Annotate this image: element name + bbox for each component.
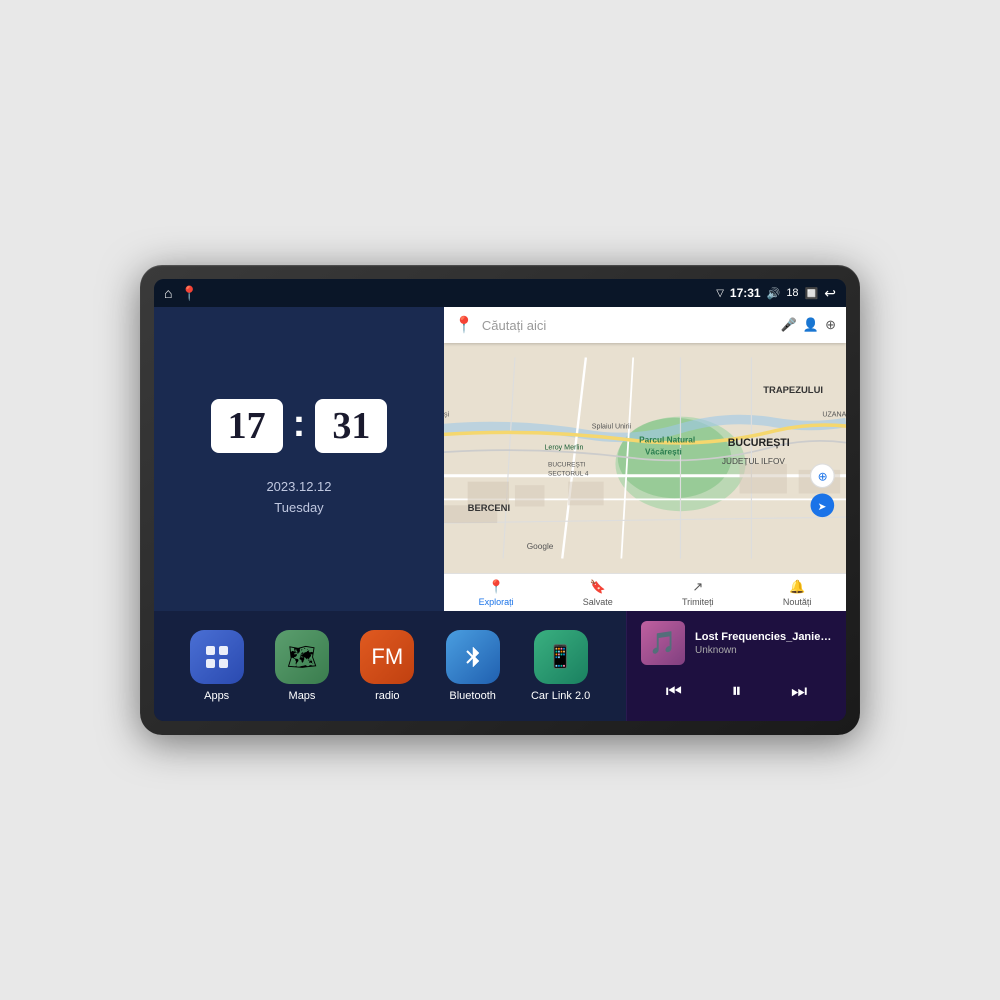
- apps-label: Apps: [204, 690, 229, 702]
- screen: ⌂ 📍 ▽ 17:31 🔊 18 🔲 ↩ 17 : 31: [154, 279, 846, 721]
- status-time: 17:31: [730, 286, 761, 300]
- apps-section: Apps 🗺 Maps FM radio: [154, 611, 626, 721]
- carlink-label: Car Link 2.0: [531, 690, 590, 702]
- svg-text:UZANA: UZANA: [822, 411, 846, 419]
- saved-label: Salvate: [583, 597, 613, 607]
- bottom-section: Apps 🗺 Maps FM radio: [154, 611, 846, 721]
- svg-text:BUCUREȘTI: BUCUREȘTI: [548, 461, 586, 468]
- explore-icon: 📍: [488, 579, 504, 595]
- account-icon[interactable]: 👤: [803, 317, 819, 333]
- bluetooth-label: Bluetooth: [449, 690, 495, 702]
- news-icon: 🔔: [789, 579, 805, 595]
- album-art: 🎵: [641, 621, 685, 665]
- layers-icon[interactable]: ⊕: [825, 317, 836, 333]
- map-nav-explore[interactable]: 📍 Explorați: [479, 579, 514, 607]
- map-search-bar[interactable]: 📍 Căutați aici 🎤 👤 ⊕: [444, 307, 846, 343]
- clock-hours: 17: [211, 399, 283, 453]
- svg-text:➤: ➤: [818, 501, 827, 513]
- status-bar: ⌂ 📍 ▽ 17:31 🔊 18 🔲 ↩: [154, 279, 846, 307]
- map-nav-send[interactable]: ↗ Trimiteți: [682, 579, 714, 607]
- maps-shortcut-icon[interactable]: 📍: [180, 285, 197, 302]
- google-maps-icon: 📍: [454, 315, 474, 335]
- app-item-maps[interactable]: 🗺 Maps: [275, 630, 329, 702]
- music-title: Lost Frequencies_Janieck Devy-...: [695, 631, 832, 643]
- svg-text:Parcul Natural: Parcul Natural: [639, 436, 695, 445]
- date-value: 2023.12.12: [266, 477, 331, 498]
- svg-text:Splaiul Unirii: Splaiul Unirii: [592, 422, 632, 430]
- battery-level: 18: [786, 287, 798, 299]
- svg-text:BUCUREȘTI: BUCUREȘTI: [728, 437, 790, 449]
- map-bottom-bar: 📍 Explorați 🔖 Salvate ↗ Trimiteți 🔔 Nout…: [444, 573, 846, 611]
- music-controls: ⏮ ⏸ ⏭: [641, 672, 832, 711]
- svg-text:SECTORUL 4: SECTORUL 4: [548, 471, 589, 478]
- map-nav-saved[interactable]: 🔖 Salvate: [583, 579, 613, 607]
- signal-icon: ▽: [716, 288, 724, 299]
- map-body: TRAPEZULUI BUCUREȘTI JUDEȚUL ILFOV BERCE…: [444, 343, 846, 573]
- svg-text:⊕: ⊕: [818, 469, 828, 483]
- main-area: 17 : 31 2023.12.12 Tuesday 📍 Căutați aic…: [154, 307, 846, 611]
- maps-icon: 🗺: [275, 630, 329, 684]
- explore-label: Explorați: [479, 597, 514, 607]
- send-label: Trimiteți: [682, 597, 714, 607]
- svg-text:JUDEȚUL ILFOV: JUDEȚUL ILFOV: [722, 457, 786, 466]
- battery-icon: 🔲: [805, 287, 819, 300]
- radio-label: radio: [375, 690, 399, 702]
- status-right: ▽ 17:31 🔊 18 🔲 ↩: [716, 285, 836, 302]
- day-value: Tuesday: [266, 498, 331, 519]
- home-icon[interactable]: ⌂: [164, 285, 172, 301]
- left-panel: 17 : 31 2023.12.12 Tuesday: [154, 307, 444, 611]
- bluetooth-icon: [446, 630, 500, 684]
- music-details: Lost Frequencies_Janieck Devy-... Unknow…: [695, 631, 832, 656]
- mic-icon[interactable]: 🎤: [781, 317, 797, 333]
- svg-text:și: și: [444, 411, 450, 419]
- map-svg: TRAPEZULUI BUCUREȘTI JUDEȚUL ILFOV BERCE…: [444, 343, 846, 573]
- music-info: 🎵 Lost Frequencies_Janieck Devy-... Unkn…: [641, 621, 832, 665]
- svg-text:Leroy Merlin: Leroy Merlin: [545, 444, 584, 452]
- app-item-bluetooth[interactable]: Bluetooth: [446, 630, 500, 702]
- svg-text:BERCENI: BERCENI: [468, 503, 510, 514]
- radio-icon: FM: [360, 630, 414, 684]
- app-item-apps[interactable]: Apps: [190, 630, 244, 702]
- play-pause-button[interactable]: ⏸: [724, 676, 750, 707]
- search-placeholder[interactable]: Căutați aici: [482, 318, 773, 333]
- music-artist: Unknown: [695, 645, 832, 656]
- volume-icon: 🔊: [767, 287, 781, 300]
- app-item-carlink[interactable]: 📱 Car Link 2.0: [531, 630, 590, 702]
- music-section: 🎵 Lost Frequencies_Janieck Devy-... Unkn…: [626, 611, 846, 721]
- car-head-unit: ⌂ 📍 ▽ 17:31 🔊 18 🔲 ↩ 17 : 31: [140, 265, 860, 735]
- app-item-radio[interactable]: FM radio: [360, 630, 414, 702]
- clock-minutes: 31: [315, 399, 387, 453]
- saved-icon: 🔖: [590, 579, 606, 595]
- clock-display: 17 : 31: [211, 399, 388, 453]
- apps-icon: [190, 630, 244, 684]
- send-icon: ↗: [692, 579, 703, 595]
- status-left: ⌂ 📍: [164, 285, 198, 302]
- date-display: 2023.12.12 Tuesday: [266, 477, 331, 519]
- next-button[interactable]: ⏭: [783, 677, 815, 706]
- carlink-icon: 📱: [534, 630, 588, 684]
- map-nav-news[interactable]: 🔔 Noutăți: [783, 579, 812, 607]
- map-panel[interactable]: 📍 Căutați aici 🎤 👤 ⊕: [444, 307, 846, 611]
- map-search-actions: 🎤 👤 ⊕: [781, 317, 836, 333]
- maps-label: Maps: [289, 690, 316, 702]
- svg-text:Google: Google: [527, 542, 554, 551]
- prev-button[interactable]: ⏮: [658, 677, 690, 706]
- svg-text:Văcărești: Văcărești: [645, 447, 682, 456]
- back-icon[interactable]: ↩: [824, 285, 836, 302]
- svg-text:TRAPEZULUI: TRAPEZULUI: [763, 385, 823, 396]
- news-label: Noutăți: [783, 597, 812, 607]
